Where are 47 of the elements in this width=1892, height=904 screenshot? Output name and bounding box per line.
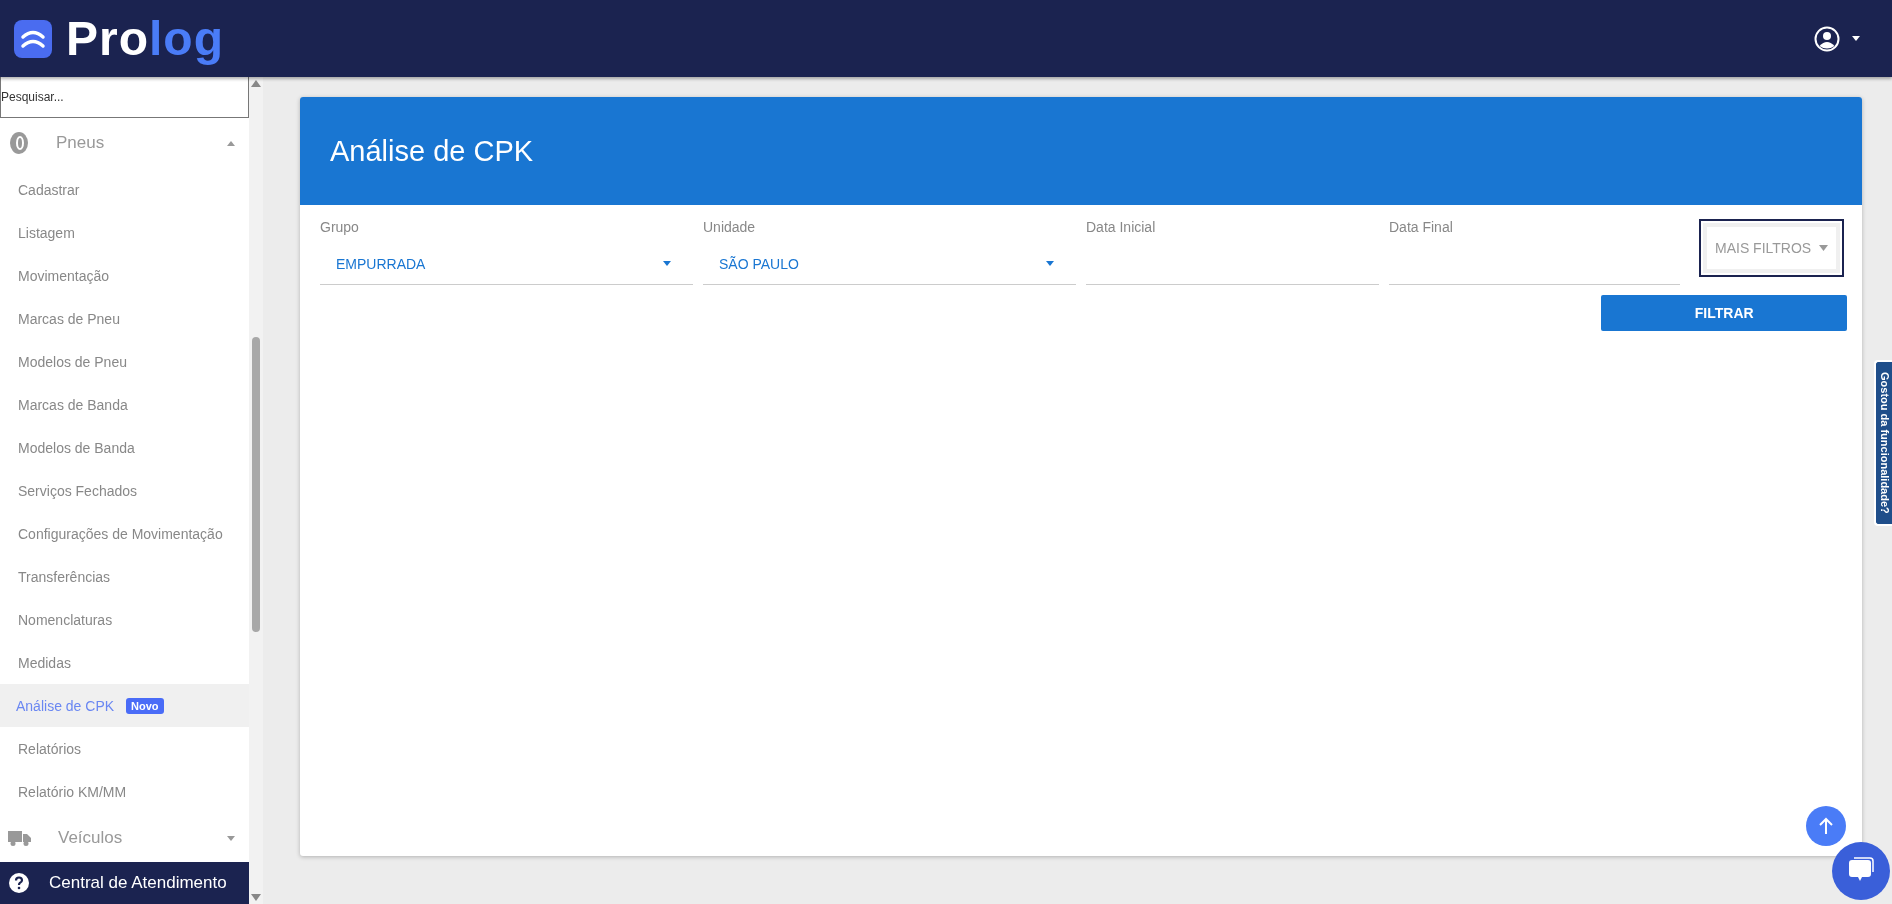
menu-item[interactable]: Marcas de Banda	[0, 383, 249, 426]
menu-item[interactable]: Configurações de Movimentação	[0, 512, 249, 555]
page-title: Análise de CPK	[330, 134, 534, 168]
tire-icon	[8, 131, 30, 155]
menu-item[interactable]: Serviços Fechados	[0, 469, 249, 512]
menu-item[interactable]: Relatório KM/MM	[0, 770, 249, 813]
more-filters-button[interactable]: MAIS FILTROS	[1699, 219, 1845, 277]
caret-icon[interactable]	[1852, 36, 1860, 41]
menu-group-item[interactable]: Veículos	[0, 813, 249, 862]
scroll-to-top-button[interactable]	[1806, 806, 1847, 846]
menu-item[interactable]: Modelos de Banda	[0, 426, 249, 469]
caret-icon	[1046, 261, 1054, 266]
new-badge: Novo	[126, 697, 164, 714]
field-label: Grupo	[320, 219, 360, 237]
chat-button[interactable]	[1832, 842, 1891, 900]
menu-item[interactable]: Cadastrar	[0, 168, 249, 211]
select-field[interactable]: EMPURRADA	[320, 243, 693, 285]
feedback-tab[interactable]: Gostou da funcionalidade?	[1874, 360, 1892, 526]
logo-text: Prolog	[66, 14, 224, 63]
logo-icon	[14, 19, 52, 58]
caret-icon	[1819, 245, 1829, 251]
menu-item[interactable]: Transferências	[0, 555, 249, 598]
help-center-button[interactable]: Central de Atendimento	[0, 862, 249, 904]
user-avatar-icon[interactable]	[1814, 25, 1840, 52]
field-label: Unidade	[703, 219, 757, 237]
menu-item[interactable]: Nomenclaturas	[0, 598, 249, 641]
field-label: Data Final	[1389, 219, 1454, 237]
menu-item[interactable]: Modelos de Pneu	[0, 340, 249, 383]
help-icon	[9, 873, 29, 893]
scrollbar[interactable]	[249, 77, 263, 904]
filter-button[interactable]: FILTRAR	[1601, 295, 1848, 331]
scroll-down-icon[interactable]	[251, 894, 261, 901]
menu-group-item[interactable]: Pneus	[0, 118, 249, 168]
menu-item[interactable]: Movimentação	[0, 254, 249, 297]
search-field[interactable]: Pesquisar...	[0, 77, 249, 118]
menu-item[interactable]: Marcas de Pneu	[0, 297, 249, 340]
caret-icon	[663, 261, 671, 266]
menu-item[interactable]: Relatórios	[0, 727, 249, 770]
field-label: Data Inicial	[1086, 219, 1157, 237]
arrow-up-icon	[1818, 817, 1835, 835]
select-field[interactable]: SÃO PAULO	[703, 243, 1076, 285]
menu-item[interactable]: Medidas	[0, 641, 249, 684]
scrollbar-thumb[interactable]	[252, 337, 260, 632]
scroll-up-icon[interactable]	[251, 80, 261, 87]
truck-icon	[8, 829, 32, 847]
menu-item[interactable]: Análise de CPK Novo	[0, 684, 249, 727]
menu-item[interactable]: Listagem	[0, 211, 249, 254]
